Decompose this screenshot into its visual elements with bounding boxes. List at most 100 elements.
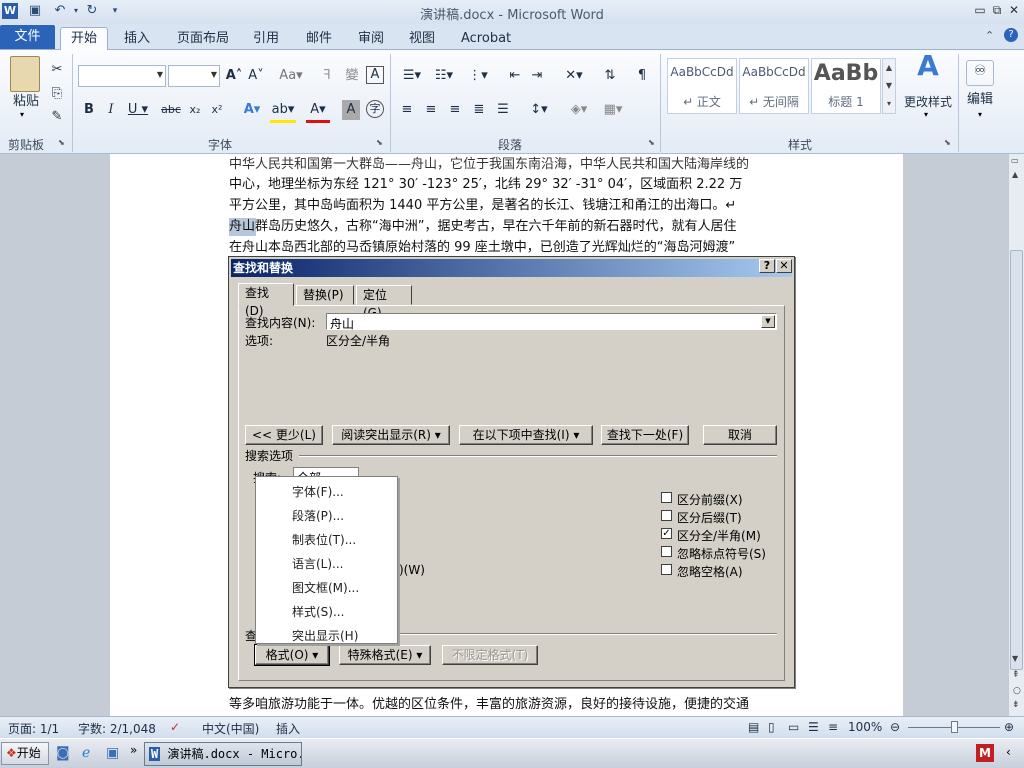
tab-replace[interactable]: 替换(P): [296, 285, 354, 305]
proofing-icon[interactable]: ✓: [170, 720, 180, 734]
character-border-icon[interactable]: A: [366, 66, 384, 84]
align-center-icon[interactable]: ≡: [422, 100, 440, 120]
style-no-spacing[interactable]: AaBbCcDd ↵ 无间隔: [739, 58, 809, 114]
next-page-icon[interactable]: ⇟: [1012, 700, 1020, 710]
tab-home[interactable]: 开始: [60, 27, 109, 50]
quick-launch-icon[interactable]: ◙: [56, 745, 70, 761]
numbering-icon[interactable]: ☷▾: [430, 66, 458, 86]
paste-dropdown-icon[interactable]: ▾: [20, 110, 24, 119]
paragraph-launcher-icon[interactable]: ⬊: [648, 138, 655, 147]
paste-button[interactable]: 粘贴: [6, 92, 46, 112]
zoom-slider-thumb[interactable]: [951, 721, 958, 733]
bold-icon[interactable]: B: [82, 100, 96, 120]
checkbox-box[interactable]: [661, 510, 672, 521]
tab-acrobat[interactable]: Acrobat: [450, 27, 522, 50]
find-binoculars-icon[interactable]: ♾: [966, 60, 994, 86]
increase-indent-icon[interactable]: ⇥: [528, 66, 546, 86]
vertical-scrollbar[interactable]: ▭ ▲ ▼ ⇞ ○ ⇟: [1008, 154, 1024, 716]
clipboard-launcher-icon[interactable]: ⬊: [58, 138, 65, 147]
minimize-icon[interactable]: ▭: [971, 2, 989, 18]
tab-page-layout[interactable]: 页面布局: [166, 27, 240, 50]
cancel-button[interactable]: 取消: [703, 425, 777, 445]
taskbar-item-word[interactable]: W 演讲稿.docx - Micro...: [144, 742, 302, 766]
character-shading-icon[interactable]: A: [342, 100, 360, 120]
format-painter-icon[interactable]: ✎: [50, 107, 64, 127]
tray-expand-icon[interactable]: ‹: [1006, 745, 1011, 759]
collapse-ribbon-icon[interactable]: ⌃: [985, 29, 994, 42]
font-color-icon[interactable]: A▾: [306, 100, 330, 123]
find-history-dropdown-icon[interactable]: ▼: [761, 315, 775, 328]
draft-icon[interactable]: ≡: [828, 720, 838, 734]
phonetic-guide-icon[interactable]: 變: [342, 66, 362, 86]
checkbox-box[interactable]: [661, 492, 672, 503]
special-format-button[interactable]: 特殊格式(E) ▾: [339, 645, 431, 665]
style-heading-1[interactable]: AaBb 标题 1: [811, 58, 881, 114]
sort-icon[interactable]: ⇅: [600, 66, 620, 86]
menu-item-frame[interactable]: 图文框(M)...: [292, 579, 359, 596]
more-quick-launch-icon[interactable]: »: [130, 743, 137, 757]
decrease-indent-icon[interactable]: ⇤: [506, 66, 524, 86]
media-player-icon[interactable]: ▣: [106, 745, 119, 761]
close-icon[interactable]: ✕: [776, 259, 792, 273]
change-styles-button[interactable]: 更改样式: [900, 92, 956, 112]
clear-formatting-icon[interactable]: ꟻ: [318, 66, 336, 86]
find-next-button[interactable]: 查找下一处(F): [601, 425, 689, 445]
less-button[interactable]: << 更少(L): [245, 425, 323, 445]
tab-view[interactable]: 视图: [398, 27, 446, 50]
show-marks-icon[interactable]: ¶: [634, 66, 650, 86]
menu-item-tabs[interactable]: 制表位(T)...: [292, 531, 356, 548]
justify-icon[interactable]: ≣: [470, 100, 488, 120]
strikethrough-icon[interactable]: abc: [160, 100, 182, 120]
shrink-font-icon[interactable]: A˅: [246, 66, 266, 86]
change-case-icon[interactable]: Aa▾: [278, 66, 304, 86]
styles-launcher-icon[interactable]: ⬊: [944, 138, 951, 147]
start-button[interactable]: ❖开始: [1, 742, 49, 765]
copy-icon[interactable]: ⎘: [50, 84, 64, 104]
subscript-icon[interactable]: x₂: [186, 100, 204, 120]
checkbox-box[interactable]: ✓: [661, 528, 672, 539]
format-button[interactable]: 格式(O) ▾: [255, 645, 329, 665]
browse-object-icon[interactable]: ○: [1013, 686, 1021, 696]
tab-goto[interactable]: 定位(G): [356, 285, 412, 320]
distributed-icon[interactable]: ☰: [494, 100, 512, 120]
editing-dropdown-icon[interactable]: ▾: [978, 110, 982, 119]
ruler-toggle-icon[interactable]: ▭: [1011, 156, 1019, 165]
checkbox-box[interactable]: [661, 564, 672, 575]
tab-mailings[interactable]: 邮件: [295, 27, 343, 50]
font-launcher-icon[interactable]: ⬊: [376, 138, 383, 147]
enclose-characters-icon[interactable]: 字: [366, 100, 384, 118]
underline-icon[interactable]: U ▾: [126, 100, 150, 120]
tab-references[interactable]: 引用: [242, 27, 290, 50]
page-count[interactable]: 页面: 1/1: [8, 720, 59, 737]
italic-icon[interactable]: I: [104, 100, 118, 120]
tab-insert[interactable]: 插入: [113, 27, 161, 50]
editing-button[interactable]: 编辑: [962, 90, 998, 110]
ie-icon[interactable]: ℯ: [82, 745, 90, 761]
tray-app-icon[interactable]: M: [976, 744, 994, 762]
chinese-layout-icon[interactable]: ✕▾: [560, 66, 588, 86]
scroll-up-icon[interactable]: ▲: [1012, 170, 1018, 179]
menu-item-font[interactable]: 字体(F)...: [292, 483, 344, 500]
checkbox-box[interactable]: [661, 546, 672, 557]
zoom-in-icon[interactable]: ⊕: [1004, 720, 1014, 734]
cut-icon[interactable]: ✂: [50, 60, 64, 80]
no-formatting-button[interactable]: 不限定格式(T): [442, 645, 538, 665]
outline-icon[interactable]: ☰: [808, 720, 819, 734]
help-icon[interactable]: ?: [1004, 28, 1018, 42]
language-indicator[interactable]: 中文(中国): [202, 720, 259, 737]
menu-item-style[interactable]: 样式(S)...: [292, 603, 344, 620]
font-size-combo[interactable]: ▼: [168, 65, 220, 87]
menu-item-highlight[interactable]: 突出显示(H): [292, 627, 358, 644]
scroll-down-icon[interactable]: ▼: [1012, 654, 1018, 663]
web-layout-icon[interactable]: ▭: [788, 720, 799, 734]
align-right-icon[interactable]: ≡: [446, 100, 464, 120]
highlight-color-icon[interactable]: ab▾: [270, 100, 296, 123]
file-tab[interactable]: 文件: [0, 25, 55, 49]
restore-icon[interactable]: ⧉: [988, 2, 1006, 18]
shading-icon[interactable]: ◈▾: [566, 100, 592, 120]
tab-review[interactable]: 审阅: [347, 27, 395, 50]
bullets-icon[interactable]: ☰▾: [398, 66, 426, 86]
previous-page-icon[interactable]: ⇞: [1012, 670, 1020, 680]
zoom-level[interactable]: 100%: [848, 720, 882, 734]
grow-font-icon[interactable]: A˄: [224, 66, 244, 86]
